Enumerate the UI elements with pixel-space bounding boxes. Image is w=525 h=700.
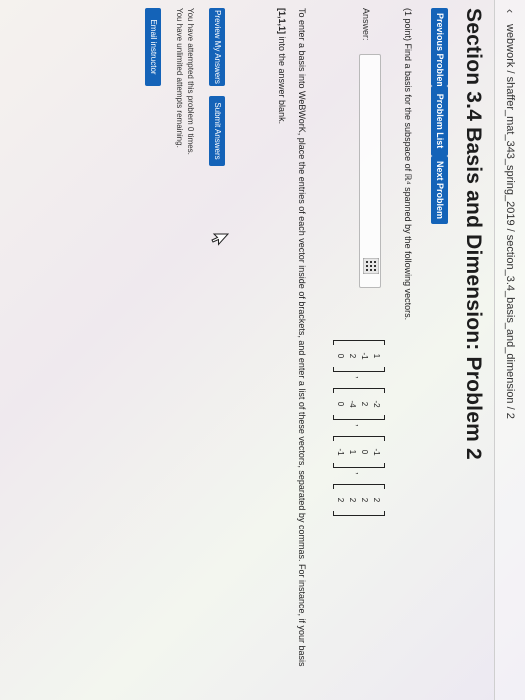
answer-label: Answer: [361, 8, 371, 41]
matrix-grid-icon[interactable] [363, 258, 379, 274]
vector-entry: 0 [336, 401, 345, 407]
vector-entry: 0 [360, 449, 369, 455]
photo-background: ‹ webwork / shaffer_mat_343_spring_2019 … [0, 0, 525, 700]
vector-entry: 1 [372, 353, 381, 359]
vector-entry: 0 [336, 353, 345, 359]
vector-entry: -1 [360, 352, 369, 360]
remaining-text: You have unlimited attempts remaining. [175, 8, 184, 148]
vector-entry: 1 [348, 449, 357, 455]
submit-answers-button[interactable]: Submit Answers [209, 96, 225, 166]
vector-entry: 2 [360, 497, 369, 503]
breadcrumb[interactable]: webwork / shaffer_mat_343_spring_2019 / … [504, 24, 516, 419]
vector-entry: 2 [348, 353, 357, 359]
vector-3: -1 0 1 -1 [333, 436, 385, 468]
vector-entry: -1 [336, 448, 345, 456]
problem-list-button[interactable]: Problem List [431, 86, 448, 156]
previous-problem-button[interactable]: Previous Problem [431, 8, 448, 90]
vector-entry: -2 [372, 400, 381, 408]
instruction-text: To enter a basis into WeBWorK, place the… [297, 8, 307, 667]
problem-prompt: (1 point) Find a basis for the subspace … [403, 8, 413, 321]
vector-separator: , [355, 376, 365, 379]
vector-1: 1 -1 2 0 [333, 340, 385, 372]
vector-2: -2 2 -4 0 [333, 388, 385, 420]
instruction-text-2: [1,1,1] into the answer blank. [277, 8, 287, 124]
vector-entry: -1 [372, 448, 381, 456]
vector-separator: , [355, 424, 365, 427]
preview-answers-button[interactable]: Preview My Answers [209, 8, 225, 86]
webwork-screen: ‹ webwork / shaffer_mat_343_spring_2019 … [0, 0, 525, 700]
vector-separator: , [355, 472, 365, 475]
example-vector: [1,1,1] [277, 8, 287, 35]
vector-entry: 2 [348, 497, 357, 503]
vector-4: 2 2 2 2 [333, 484, 385, 516]
vector-entry: 2 [360, 401, 369, 407]
next-problem-button[interactable]: Next Problem [431, 156, 448, 224]
vector-entry: 2 [372, 497, 381, 503]
vector-list: 1 -1 2 0 , -2 2 -4 0 , -1 0 1 -1 , 2 2 2… [321, 340, 385, 700]
answer-input[interactable] [359, 54, 381, 288]
chevron-left-icon[interactable]: ‹ [502, 4, 518, 18]
vector-entry: 2 [336, 497, 345, 503]
attempts-text: You have attempted this problem 0 times. [186, 8, 195, 155]
mouse-pointer-icon [211, 233, 229, 246]
vector-entry: -4 [348, 400, 357, 408]
page-title: Section 3.4 Basis and Dimension: Problem… [462, 8, 485, 460]
email-instructor-button[interactable]: Email instructor [145, 8, 161, 86]
instruction-rest: into the answer blank. [277, 34, 287, 125]
